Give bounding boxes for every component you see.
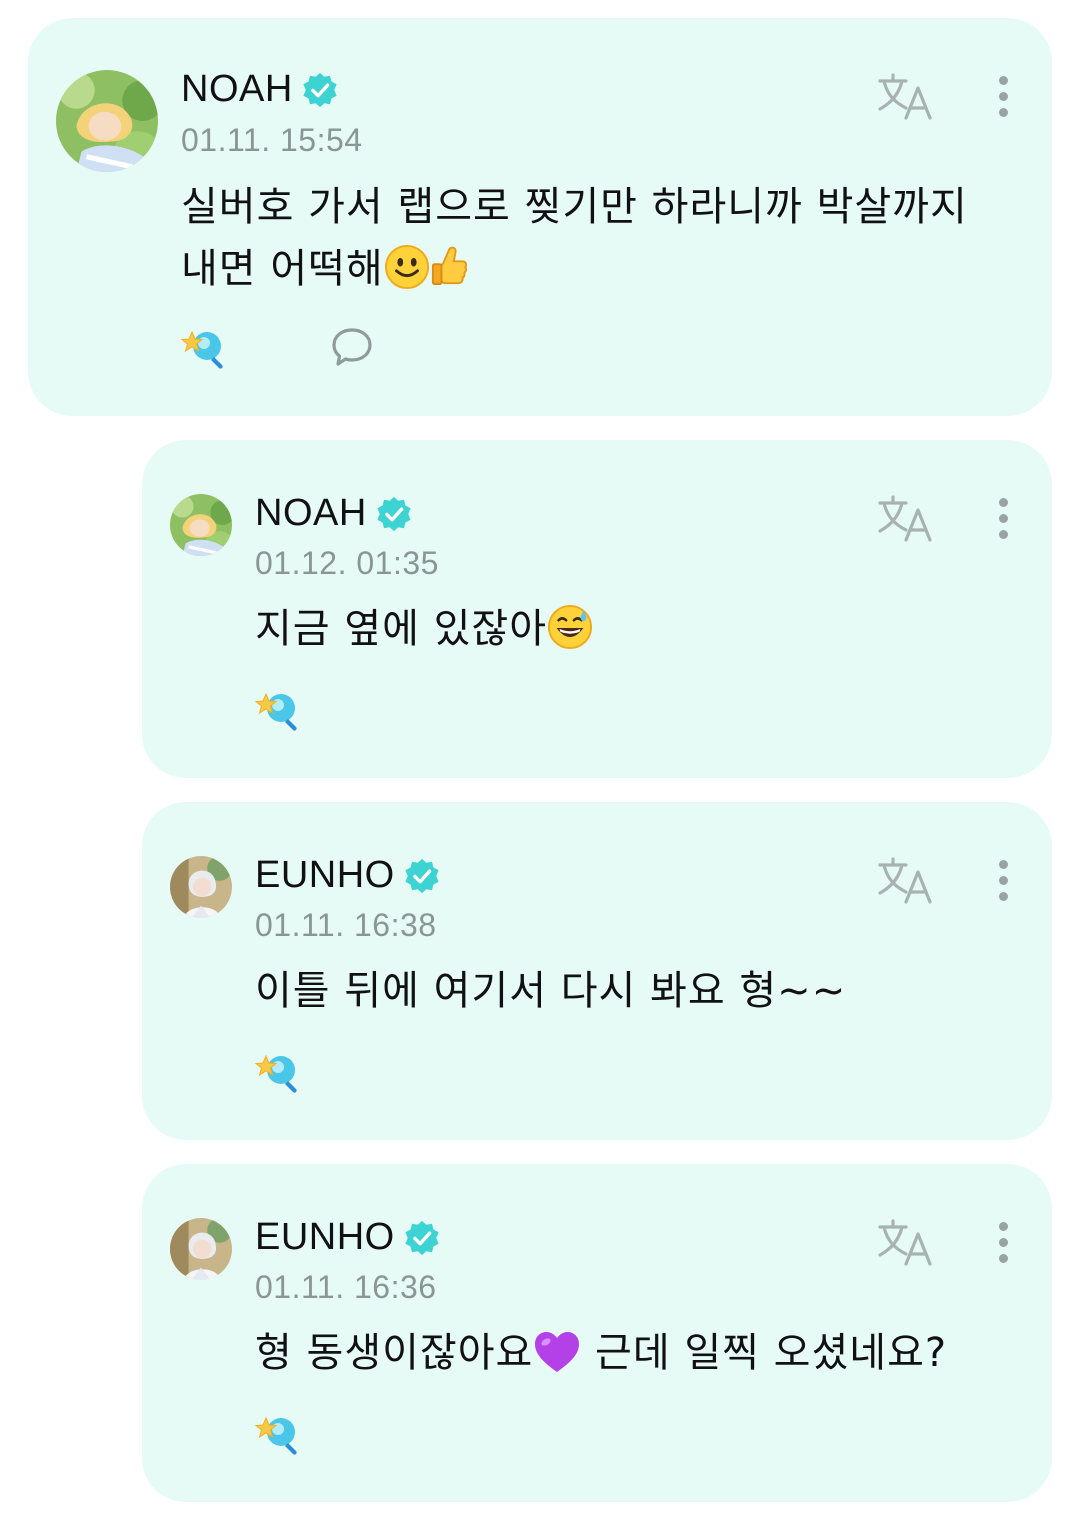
more-options-button[interactable] xyxy=(993,860,1013,912)
verified-badge-icon xyxy=(301,71,339,109)
message-text: 지금 옆에 있잖아 xyxy=(255,598,1015,660)
message-text: 이틀 뒤에 여기서 다시 봐요 형~~ xyxy=(255,968,847,1014)
translate-icon[interactable] xyxy=(876,494,936,544)
reply-card: NOAH 01.12. 01:35 지금 옆에 있잖아 xyxy=(142,440,1052,778)
author-name[interactable]: NOAH xyxy=(255,492,367,535)
reaction-light-icon[interactable] xyxy=(254,1410,306,1458)
avatar[interactable] xyxy=(56,70,158,172)
translate-icon[interactable] xyxy=(876,856,936,906)
timestamp: 01.11. 16:38 xyxy=(255,907,437,943)
verified-badge-icon xyxy=(403,857,441,895)
more-vertical-icon xyxy=(998,860,1008,869)
post-card: NOAH 01.11. 15:54 실버호 가서 랩으로 찢기만 하라니까 박살… xyxy=(28,18,1052,416)
avatar[interactable] xyxy=(170,856,232,918)
more-options-button[interactable] xyxy=(993,498,1013,550)
timestamp: 01.12. 01:35 xyxy=(255,545,439,581)
verified-badge-icon xyxy=(403,1219,441,1257)
reaction-light-icon[interactable] xyxy=(180,324,232,372)
comment-bubble-icon[interactable] xyxy=(330,326,374,368)
reply-card: EUNHO 01.11. 16:36 형 동생이잖아요 근데 일찍 오셨네요? xyxy=(142,1164,1052,1502)
slightly-smiling-face-icon xyxy=(384,244,430,290)
author-name[interactable]: EUNHO xyxy=(255,1216,395,1259)
timestamp: 01.11. 16:36 xyxy=(255,1269,437,1305)
purple-heart-icon xyxy=(533,1330,581,1374)
author-row: EUNHO xyxy=(255,854,441,897)
more-vertical-icon xyxy=(998,1222,1008,1231)
reaction-light-icon[interactable] xyxy=(254,686,306,734)
reaction-light-icon[interactable] xyxy=(254,1048,306,1096)
avatar[interactable] xyxy=(170,494,232,556)
message-text: 실버호 가서 랩으로 찢기만 하라니까 박살까지 내면 어떡해 xyxy=(181,184,968,292)
message-text: 형 동생이잖아요 근데 일찍 오셨네요? xyxy=(255,1330,948,1376)
thumbs-up-icon xyxy=(430,244,468,290)
timestamp: 01.11. 15:54 xyxy=(181,122,363,158)
translate-icon[interactable] xyxy=(876,72,936,122)
author-row: NOAH xyxy=(181,68,339,111)
more-options-button[interactable] xyxy=(993,76,1013,128)
verified-badge-icon xyxy=(375,495,413,533)
avatar[interactable] xyxy=(170,1218,232,1280)
author-name[interactable]: EUNHO xyxy=(255,854,395,897)
more-vertical-icon xyxy=(998,498,1008,507)
author-row: EUNHO xyxy=(255,1216,441,1259)
author-name[interactable]: NOAH xyxy=(181,68,293,111)
author-row: NOAH xyxy=(255,492,413,535)
more-options-button[interactable] xyxy=(993,1222,1013,1274)
grinning-face-with-sweat-icon xyxy=(547,604,593,650)
more-vertical-icon xyxy=(998,76,1008,85)
reply-card: EUNHO 01.11. 16:38 이틀 뒤에 여기서 다시 봐요 형~~ xyxy=(142,802,1052,1140)
translate-icon[interactable] xyxy=(876,1218,936,1268)
